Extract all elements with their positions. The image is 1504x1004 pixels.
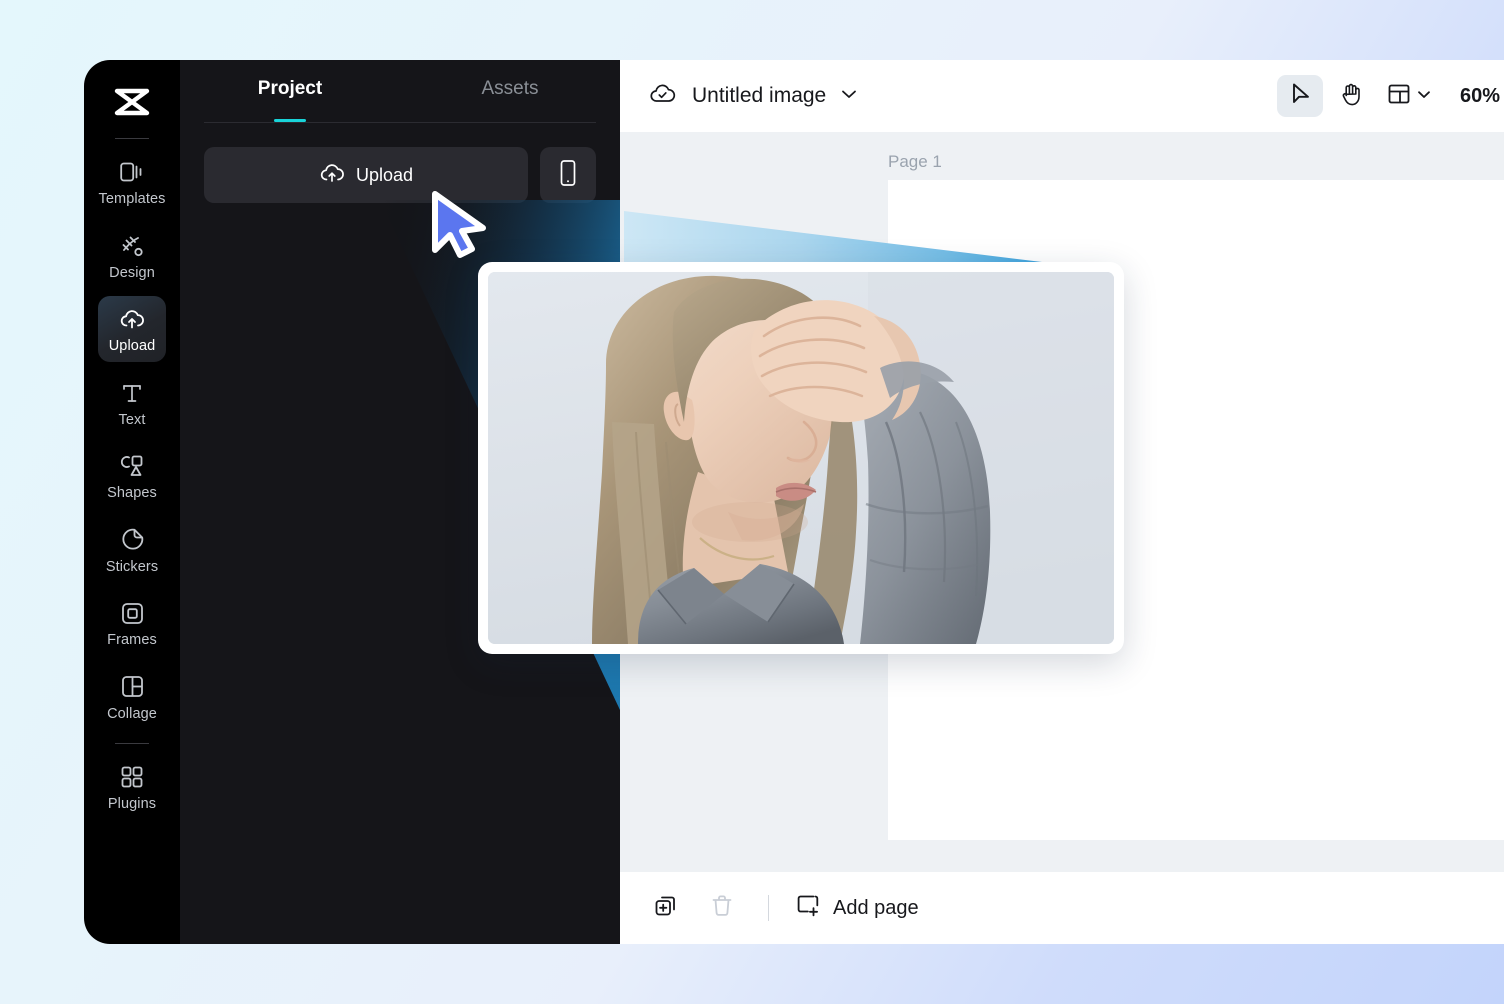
sidebar-item-plugins[interactable]: Plugins (98, 754, 166, 820)
tab-assets[interactable]: Assets (400, 78, 620, 122)
sidebar-item-collage[interactable]: Collage (98, 664, 166, 730)
sidebar-item-frames[interactable]: Frames (98, 590, 166, 656)
hand-icon (1340, 81, 1364, 112)
upload-row: Upload (180, 123, 620, 203)
stickers-icon (119, 527, 145, 553)
select-tool-button[interactable] (1276, 75, 1323, 117)
sidebar-item-label: Plugins (107, 796, 157, 812)
bottom-toolbar: Add page (620, 872, 1504, 944)
cloud-saved-icon (648, 82, 678, 111)
add-page-label: Add page (833, 896, 919, 919)
screenshot-root: Templates Design Upload Text Shapes Stic… (0, 0, 1504, 1004)
add-page-icon (795, 892, 821, 924)
upload-button-label: Upload (355, 164, 414, 185)
chevron-down-icon[interactable] (840, 87, 858, 105)
sidebar-item-label: Stickers (105, 558, 159, 575)
upload-button[interactable]: Upload (204, 147, 528, 203)
trash-icon (710, 893, 734, 924)
plugins-icon (119, 764, 145, 790)
rail-divider-top (115, 138, 149, 139)
sidebar-item-label: Templates (98, 191, 166, 207)
delete-page-button[interactable] (702, 888, 742, 928)
design-icon (119, 233, 145, 259)
layout-button[interactable] (1381, 75, 1438, 117)
upload-from-device-button[interactable] (540, 147, 596, 203)
page-label: Page 1 (888, 152, 942, 171)
sidebar-item-label: Shapes (107, 485, 157, 501)
tool-group: 60% (1276, 75, 1504, 117)
left-rail: Templates Design Upload Text Shapes Stic… (84, 60, 180, 944)
cursor-arrow-icon (1289, 82, 1311, 111)
chevron-down-icon (1416, 87, 1432, 105)
add-page-button[interactable]: Add page (795, 892, 919, 924)
sidebar-item-text[interactable]: Text (98, 370, 166, 436)
sidebar-item-label: Text (118, 411, 146, 428)
duplicate-page-icon (653, 893, 679, 924)
sidebar-item-label: Collage (107, 705, 157, 722)
pan-tool-button[interactable] (1329, 75, 1375, 117)
uploaded-image (488, 272, 1114, 644)
duplicate-page-button[interactable] (646, 888, 686, 928)
rail-divider-bottom (115, 743, 149, 744)
layout-panels-icon (1387, 82, 1411, 111)
text-icon (119, 380, 145, 406)
sidebar-item-label: Upload (108, 338, 156, 354)
panel-tabs: Project Assets (180, 60, 620, 122)
uploaded-image-card[interactable] (478, 262, 1124, 654)
capcut-logo-icon[interactable] (110, 80, 154, 124)
mobile-phone-icon (558, 159, 578, 192)
sidebar-item-label: Frames (107, 632, 157, 648)
page-title: Untitled image (692, 84, 827, 107)
upload-cloud-icon (319, 162, 345, 189)
sidebar-item-upload[interactable]: Upload (98, 296, 166, 362)
upload-cloud-icon (119, 306, 145, 332)
shapes-icon (119, 453, 145, 479)
collage-icon (119, 674, 145, 700)
top-toolbar: Untitled image 60% (620, 60, 1504, 132)
templates-icon (119, 159, 145, 185)
sidebar-item-stickers[interactable]: Stickers (98, 517, 166, 583)
sidebar-item-templates[interactable]: Templates (98, 149, 166, 215)
sidebar-item-shapes[interactable]: Shapes (98, 443, 166, 509)
sidebar-item-label: Design (109, 264, 155, 281)
sidebar-item-design[interactable]: Design (98, 223, 166, 289)
document-title-group[interactable]: Untitled image (648, 82, 858, 111)
tab-project[interactable]: Project (180, 78, 400, 122)
frames-icon (119, 600, 145, 626)
zoom-level[interactable]: 60% (1460, 85, 1500, 108)
toolbar-divider (768, 895, 769, 921)
